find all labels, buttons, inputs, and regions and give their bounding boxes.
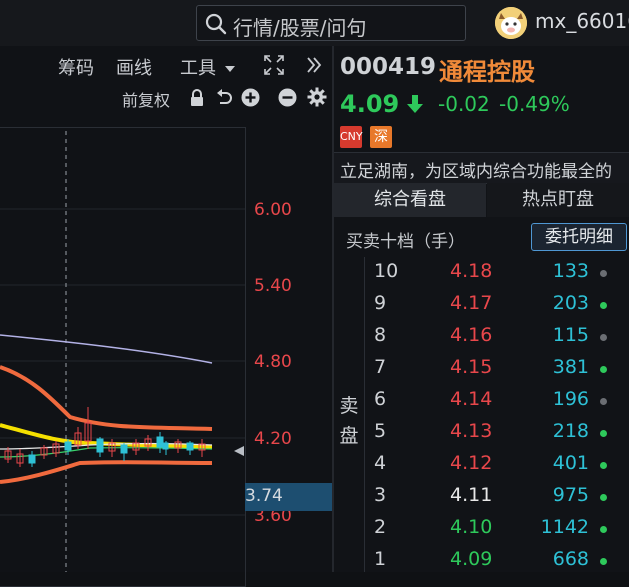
currency-badge: CNY [340,126,363,148]
orderbook-volume: 1142 [540,516,589,538]
orderbook-level: 2 [374,516,387,538]
company-description[interactable]: 立足湖南，为区域内综合功能最全的 [334,152,629,184]
orderbook-row[interactable]: 9 4.17 203 [364,289,629,321]
orderbook-row[interactable]: 6 4.14 196 [364,385,629,417]
orderbook-row[interactable]: 5 4.13 218 [364,417,629,449]
orderbook-level: 6 [374,388,387,410]
search-box[interactable]: 行情/股票/问句 [196,5,466,41]
search-placeholder[interactable]: 行情/股票/问句 [233,12,366,41]
orderbook-price: 4.15 [450,356,493,378]
avatar-cow-icon [495,7,527,39]
stock-code: 000419 [340,54,437,80]
orderbook-price: 4.09 [450,548,493,570]
sell-side-label: 卖盘 [339,395,359,447]
crosshair-price-value: 3.74 [245,486,283,506]
orderbook-row[interactable]: 8 4.16 115 [364,321,629,353]
draw-line-button[interactable]: 画线 [116,54,152,80]
orderbook-level: 4 [374,452,387,474]
orderbook-title: 买卖十档（手） [346,232,465,252]
price-tick-1: 5.40 [254,276,292,296]
orderbook-indicator-dot [600,366,607,373]
caret-down-icon [224,66,235,72]
price-tick-3: 4.20 [254,429,292,449]
kline-chart-panel: 筹码 画线 工具 前复权 6.00 5.40 4.80 4.20 3.60 3.… [0,46,332,587]
stock-name[interactable]: 通程控股 [439,52,535,87]
price-change-pct: -0.49% [499,92,570,116]
orderbook-indicator-dot [600,430,607,437]
orderbook-volume: 975 [552,484,589,506]
orderbook-indicator-dot [600,462,607,469]
entrust-detail-button[interactable]: 委托明细 [531,223,627,251]
orderbook-row[interactable]: 1 4.09 668 [364,545,629,577]
market-badge: 深 [370,126,392,148]
settings-gear-icon[interactable] [307,87,327,107]
zoom-out-icon[interactable] [278,88,297,107]
crosshair-price-label: 3.74 [245,483,332,511]
orderbook-volume: 218 [552,420,589,442]
orderbook-volume: 196 [552,388,589,410]
orderbook-volume: 203 [552,292,589,314]
orderbook-indicator-dot [600,494,607,501]
adjust-mode-label[interactable]: 前复权 [122,87,170,111]
tools-button[interactable]: 工具 [180,54,236,80]
orderbook-volume: 401 [552,452,589,474]
orderbook-volume: 133 [552,260,589,282]
stock-info-panel: 000419 通程控股 4.09 -0.02 -0.49% CNY 深 立足湖南… [334,46,629,572]
orderbook-volume: 668 [552,548,589,570]
down-arrow-icon [407,95,423,113]
avatar[interactable] [495,7,527,39]
orderbook-row[interactable]: 3 4.11 975 [364,481,629,513]
orderbook-price: 4.17 [450,292,493,314]
zoom-in-icon[interactable] [241,88,260,107]
orderbook-price: 4.18 [450,260,493,282]
orderbook-indicator-dot [600,398,607,405]
tab-overview[interactable]: 综合看盘 [334,183,486,217]
orderbook-level: 8 [374,324,387,346]
orderbook-row[interactable]: 7 4.15 381 [364,353,629,385]
tab-hot-watch[interactable]: 热点盯盘 [487,183,629,217]
orderbook-indicator-dot [600,270,607,277]
lock-icon[interactable] [189,89,205,107]
orderbook-row[interactable]: 2 4.10 1142 [364,513,629,545]
orderbook-level: 1 [374,548,387,570]
price-tick-0: 6.00 [254,200,292,220]
orderbook-price: 4.16 [450,324,493,346]
band-upper-line [0,365,213,431]
orderbook-indicator-dot [600,526,607,533]
collapse-right-icon[interactable] [306,55,322,75]
orderbook-row[interactable]: 4 4.12 401 [364,449,629,481]
fullscreen-icon[interactable] [263,54,285,76]
orderbook-price: 4.13 [450,420,493,442]
orderbook-level: 3 [374,484,387,506]
orderbook-row[interactable]: 10 4.18 133 [364,257,629,289]
orderbook-price: 4.14 [450,388,493,410]
orderbook-price: 4.12 [450,452,493,474]
orderbook-volume: 381 [552,356,589,378]
company-description-text: 立足湖南，为区域内综合功能最全的 [340,162,612,182]
candles [4,407,206,467]
orderbook-volume: 115 [552,324,589,346]
search-icon [205,13,227,35]
orderbook-level: 9 [374,292,387,314]
last-price: 4.09 [340,90,400,118]
orderbook-indicator-dot [600,302,607,309]
orderbook-level: 10 [374,260,399,282]
current-price-arrow [234,446,244,456]
orderbook-indicator-dot [600,334,607,341]
undo-icon[interactable] [215,89,233,107]
sell-side-column: 卖盘 [334,257,365,572]
orderbook-price: 4.11 [450,484,493,506]
price-change: -0.02 [438,92,490,116]
tools-label: 工具 [180,58,216,79]
username[interactable]: mx_66016 [535,9,629,33]
price-tick-2: 4.80 [254,352,292,372]
chips-button[interactable]: 筹码 [58,54,94,80]
orderbook-level: 7 [374,356,387,378]
ma-long-line [0,334,213,364]
orderbook-level: 5 [374,420,387,442]
orderbook-price: 4.10 [450,516,493,538]
top-bar: 行情/股票/问句 mx_66016 [0,0,629,46]
orderbook-indicator-dot [600,558,607,565]
